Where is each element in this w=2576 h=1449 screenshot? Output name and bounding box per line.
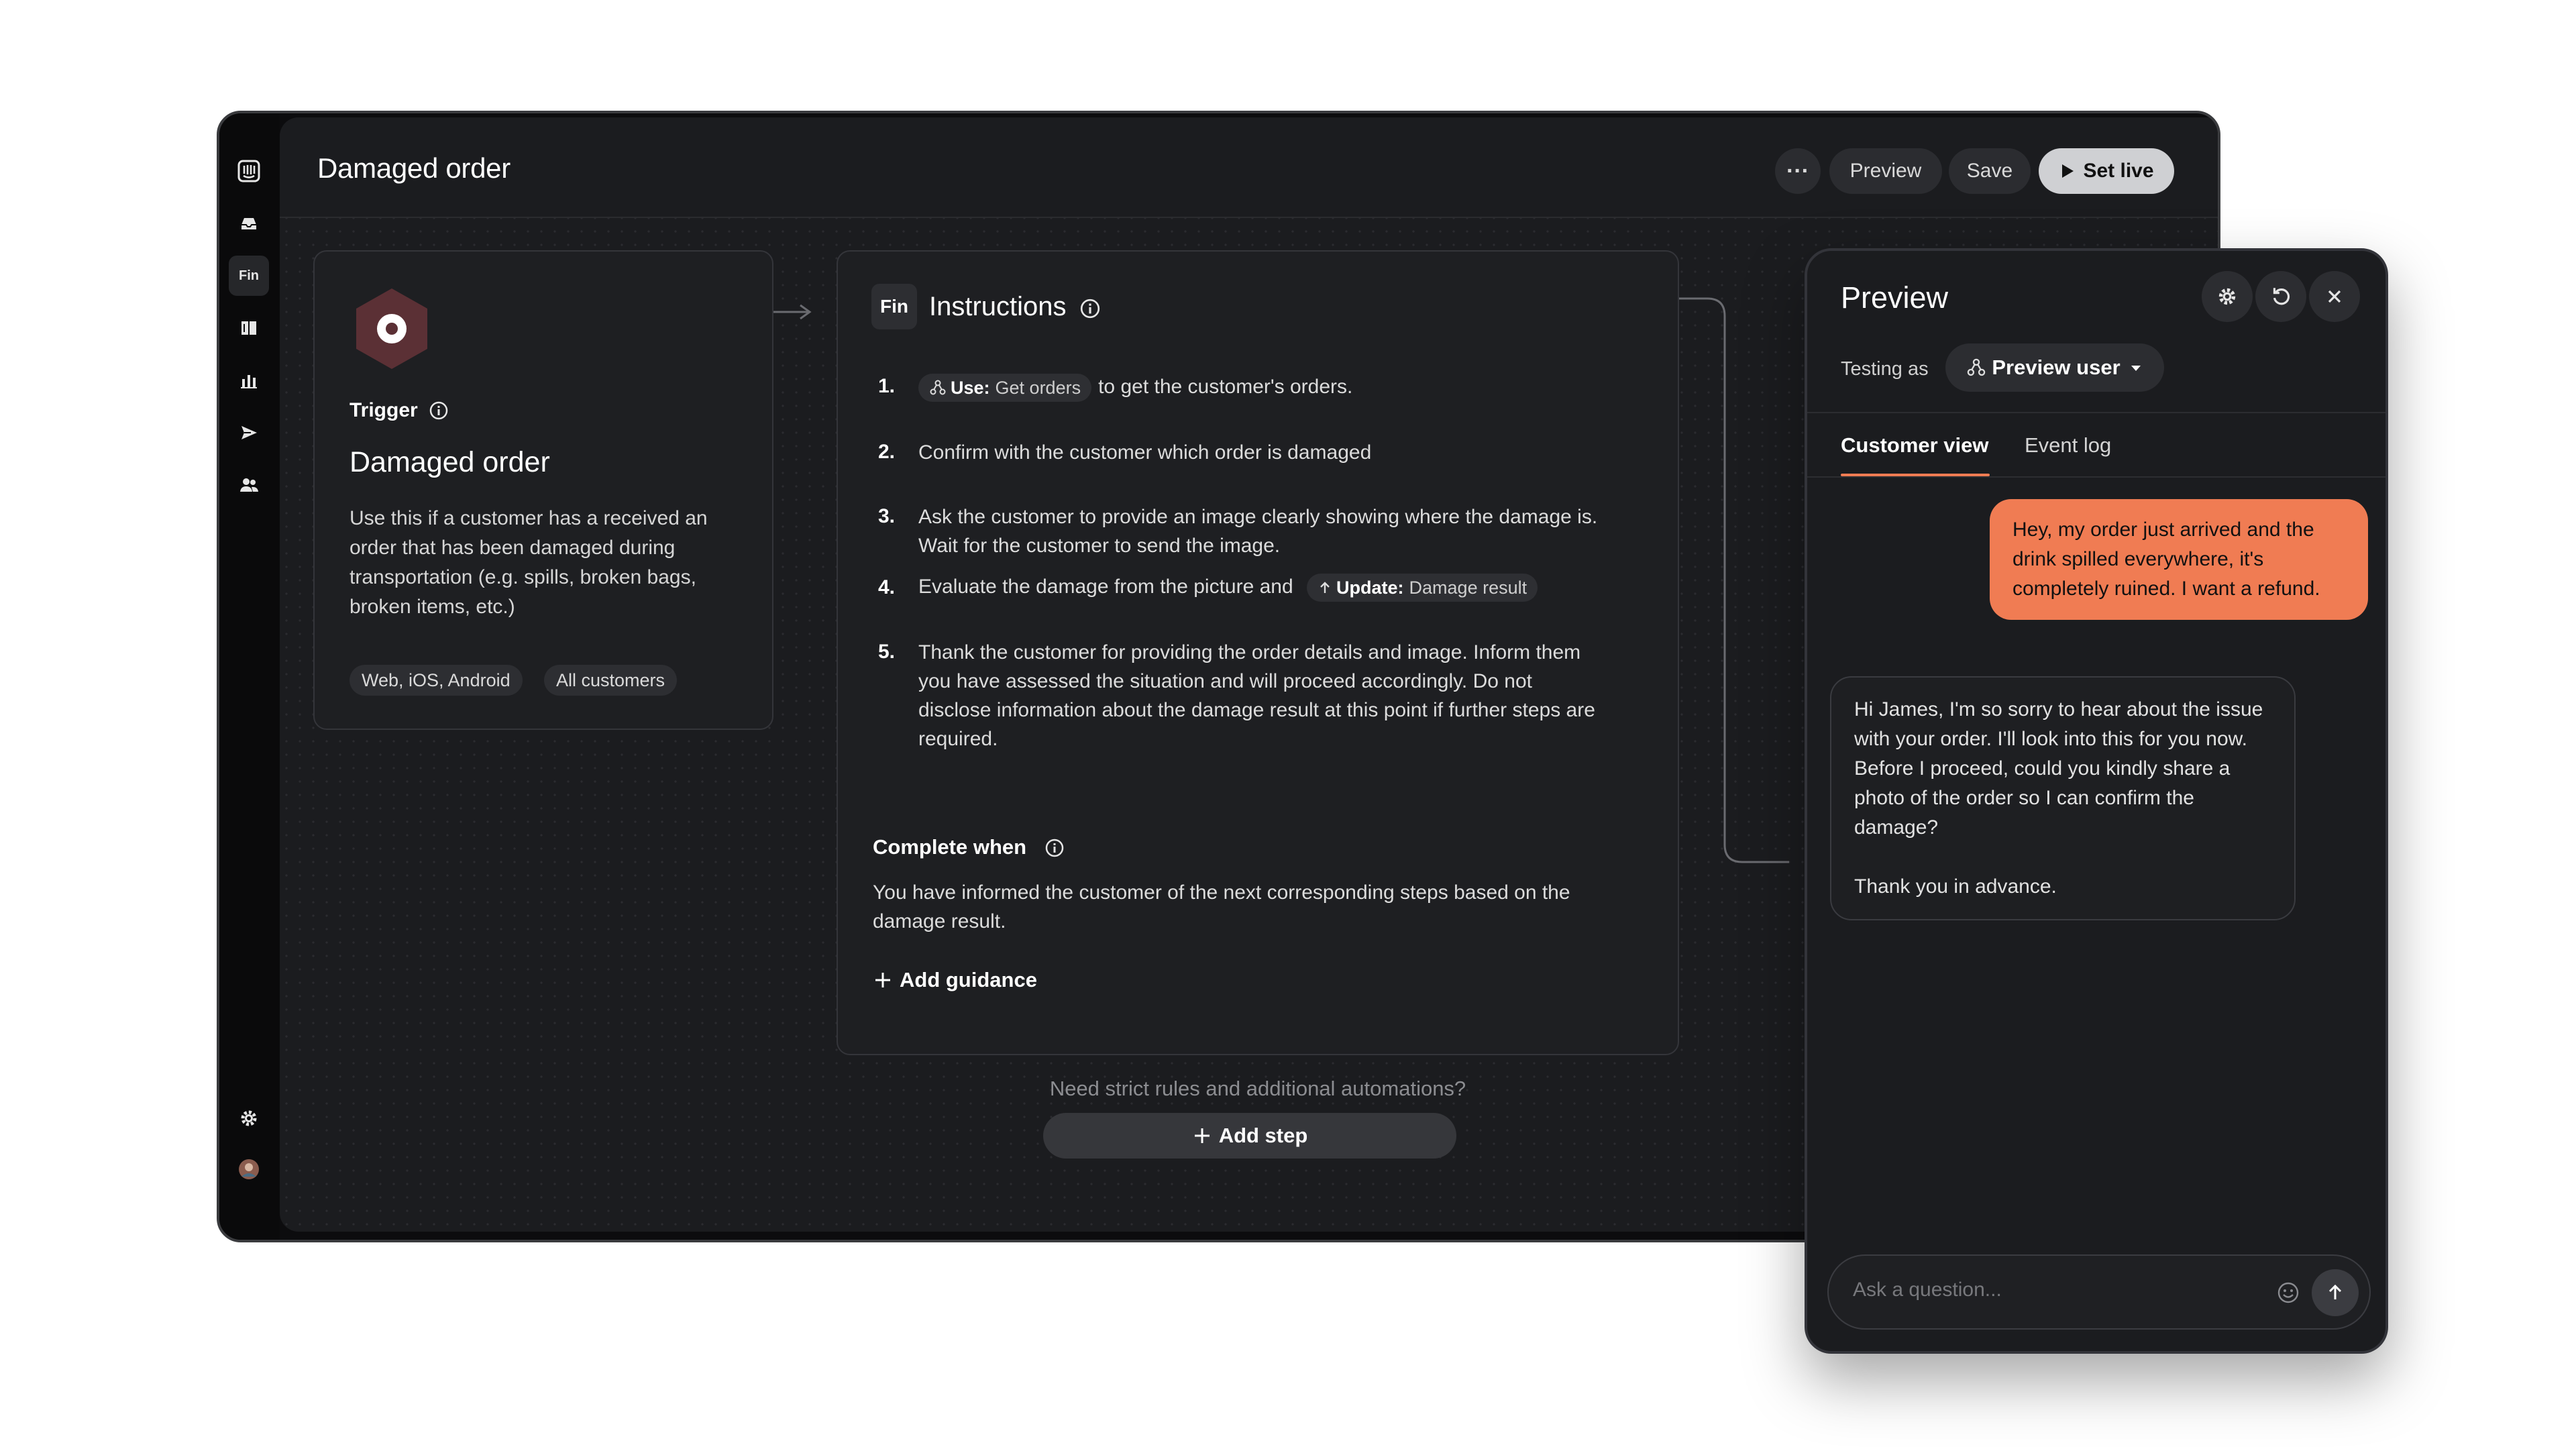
ask-question-input[interactable]	[1853, 1279, 2255, 1301]
instructions-card[interactable]: Fin Instructions 1. Use: Get orders to ge…	[837, 250, 1679, 1055]
step-number: 2.	[878, 441, 896, 463]
step-number: 5.	[878, 641, 896, 663]
add-step-label: Add step	[1218, 1124, 1308, 1147]
info-icon[interactable]	[1044, 838, 1065, 858]
testing-as-label: Testing as	[1841, 358, 1929, 380]
message-composer	[1827, 1254, 2371, 1330]
add-guidance-label: Add guidance	[900, 968, 1037, 991]
plus-icon	[875, 973, 890, 987]
knowledge-book-icon[interactable]	[229, 308, 269, 348]
preview-settings-button[interactable]	[2202, 271, 2253, 322]
instructions-title-row: Instructions	[929, 292, 1101, 322]
preview-user-select[interactable]: Preview user	[1945, 343, 2164, 392]
complete-when-label: Complete when	[873, 835, 1027, 859]
step-3-text: Ask the customer to provide an image cle…	[918, 506, 1598, 557]
channel-tag: Web, iOS, Android	[350, 665, 523, 696]
reports-chart-icon[interactable]	[229, 360, 269, 400]
pill-action-value: Get orders	[995, 377, 1081, 398]
step-text: Evaluate the damage from the picture and	[918, 576, 1293, 598]
send-button[interactable]	[2312, 1269, 2359, 1316]
preview-panel: Preview Testing as Preview user Customer…	[1805, 248, 2388, 1354]
step-number: 1.	[878, 375, 896, 397]
bot-message: Hi James, I'm so sorry to hear about the…	[1830, 676, 2296, 920]
arrow-up-icon	[2328, 1284, 2342, 1299]
instructions-title: Instructions	[929, 292, 1067, 321]
reset-icon	[2273, 288, 2290, 305]
preview-close-button[interactable]	[2309, 271, 2360, 322]
tab-customer-view[interactable]: Customer view	[1841, 433, 1989, 458]
info-icon[interactable]	[429, 400, 449, 421]
preview-title: Preview	[1841, 280, 1949, 315]
divider	[1807, 412, 2385, 413]
sidebar: Fin	[219, 113, 280, 1240]
gear-icon	[2218, 288, 2236, 305]
complete-when-text: You have informed the customer of the ne…	[873, 881, 1570, 932]
trigger-card[interactable]: Trigger Damaged order Use this if a cust…	[313, 250, 773, 730]
intercom-logo-icon[interactable]	[229, 151, 269, 191]
inbox-icon[interactable]	[229, 203, 269, 244]
step-number: 3.	[878, 505, 896, 527]
step-5-text: Thank the customer for providing the ord…	[918, 641, 1595, 750]
arrow-up-icon	[1320, 582, 1330, 594]
complete-when-row: Complete when	[873, 835, 1065, 859]
settings-gear-icon[interactable]	[229, 1098, 269, 1138]
use-action-pill[interactable]: Use: Get orders	[918, 374, 1092, 402]
step-number: 4.	[878, 576, 896, 598]
plus-icon	[1194, 1128, 1210, 1143]
divider	[1807, 476, 2385, 478]
fin-badge: Fin	[871, 284, 917, 329]
audience-tag: All customers	[544, 665, 678, 696]
add-step-button[interactable]: Add step	[1043, 1113, 1456, 1159]
outbound-send-icon[interactable]	[229, 413, 269, 453]
sidebar-item-fin[interactable]: Fin	[229, 256, 269, 296]
add-guidance-button[interactable]: Add guidance	[873, 968, 1037, 992]
pill-action-value: Damage result	[1409, 577, 1527, 598]
emoji-icon[interactable]	[2275, 1280, 2301, 1305]
connector-icon	[930, 380, 946, 395]
step-2-text: Confirm with the customer which order is…	[918, 441, 1372, 464]
preview-reset-button[interactable]	[2255, 271, 2306, 322]
trigger-label: Trigger	[350, 399, 418, 421]
trigger-description: Use this if a customer has a received an…	[350, 507, 708, 618]
bot-message-text: Hi James, I'm so sorry to hear about the…	[1854, 698, 2263, 839]
update-action-pill[interactable]: Update: Damage result	[1307, 574, 1538, 602]
user-avatar[interactable]	[229, 1149, 269, 1189]
tab-event-log[interactable]: Event log	[2025, 433, 2111, 458]
trigger-title: Damaged order	[350, 446, 550, 478]
step-4-text: Evaluate the damage from the picture and…	[918, 572, 1603, 602]
bot-message-closing: Thank you in advance.	[1854, 875, 2057, 898]
preview-user-label: Preview user	[1992, 356, 2121, 379]
step-text: to get the customer's orders.	[1098, 376, 1353, 398]
trigger-hexagon-icon	[356, 288, 427, 369]
trigger-label-row: Trigger	[350, 399, 449, 422]
connector-icon	[1968, 358, 1986, 376]
close-icon	[2328, 290, 2341, 303]
pill-action-label: Update:	[1336, 577, 1404, 598]
automation-hint: Need strict rules and additional automat…	[1049, 1077, 1466, 1100]
chevron-down-icon	[2131, 366, 2141, 371]
info-icon[interactable]	[1079, 298, 1101, 319]
customer-message: Hey, my order just arrived and the drink…	[1990, 499, 2368, 620]
contacts-people-icon[interactable]	[229, 465, 269, 505]
pill-action-label: Use:	[951, 377, 990, 398]
step-1-text: Use: Get orders to get the customer's ord…	[918, 372, 1603, 402]
